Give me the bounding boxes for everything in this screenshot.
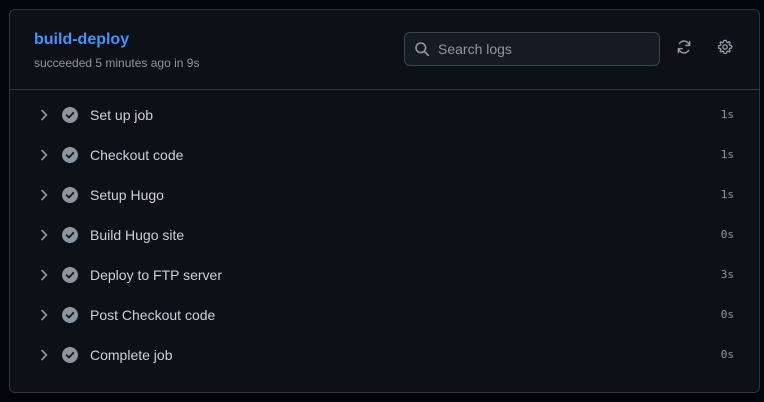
steps-list: Set up job 1s Checkout code 1s Setup Hug… [10,90,759,375]
search-icon [414,41,430,57]
chevron-right-icon[interactable] [36,107,52,123]
search-box[interactable] [404,32,660,66]
search-logs-input[interactable] [438,41,648,57]
step-name: Set up job [90,107,154,123]
step-row[interactable]: Set up job 1s [10,95,759,135]
gear-icon [717,39,733,60]
job-logs-panel: build-deploy succeeded 5 minutes ago in … [9,9,760,393]
step-name: Post Checkout code [90,307,216,323]
step-duration: 3s [720,268,734,281]
check-circle-fill-icon [62,347,78,363]
step-name: Deploy to FTP server [90,267,223,283]
step-row[interactable]: Setup Hugo 1s [10,175,759,215]
job-status: succeeded 5 minutes ago in 9s [34,56,200,70]
job-title[interactable]: build-deploy [34,30,129,50]
step-name: Checkout code [90,147,184,163]
step-duration: 0s [720,228,734,241]
settings-button[interactable] [715,39,735,59]
check-circle-fill-icon [62,107,78,123]
step-row[interactable]: Deploy to FTP server 3s [10,255,759,295]
check-circle-fill-icon [62,307,78,323]
chevron-right-icon[interactable] [36,227,52,243]
chevron-right-icon[interactable] [36,307,52,323]
step-duration: 0s [720,348,734,361]
chevron-right-icon[interactable] [36,267,52,283]
chevron-right-icon[interactable] [36,147,52,163]
chevron-right-icon[interactable] [36,187,52,203]
step-row[interactable]: Checkout code 1s [10,135,759,175]
step-name: Build Hugo site [90,227,185,243]
step-duration: 1s [720,108,734,121]
step-row[interactable]: Post Checkout code 0s [10,295,759,335]
step-name: Complete job [90,347,173,363]
check-circle-fill-icon [62,147,78,163]
step-row[interactable]: Build Hugo site 0s [10,215,759,255]
step-duration: 1s [720,188,734,201]
check-circle-fill-icon [62,227,78,243]
refresh-button[interactable] [674,39,694,59]
step-duration: 0s [720,308,734,321]
chevron-right-icon[interactable] [36,347,52,363]
check-circle-fill-icon [62,267,78,283]
check-circle-fill-icon [62,187,78,203]
step-row[interactable]: Complete job 0s [10,335,759,375]
step-name: Setup Hugo [90,187,164,203]
job-header: build-deploy succeeded 5 minutes ago in … [10,10,759,90]
refresh-icon [676,39,692,60]
step-duration: 1s [720,148,734,161]
